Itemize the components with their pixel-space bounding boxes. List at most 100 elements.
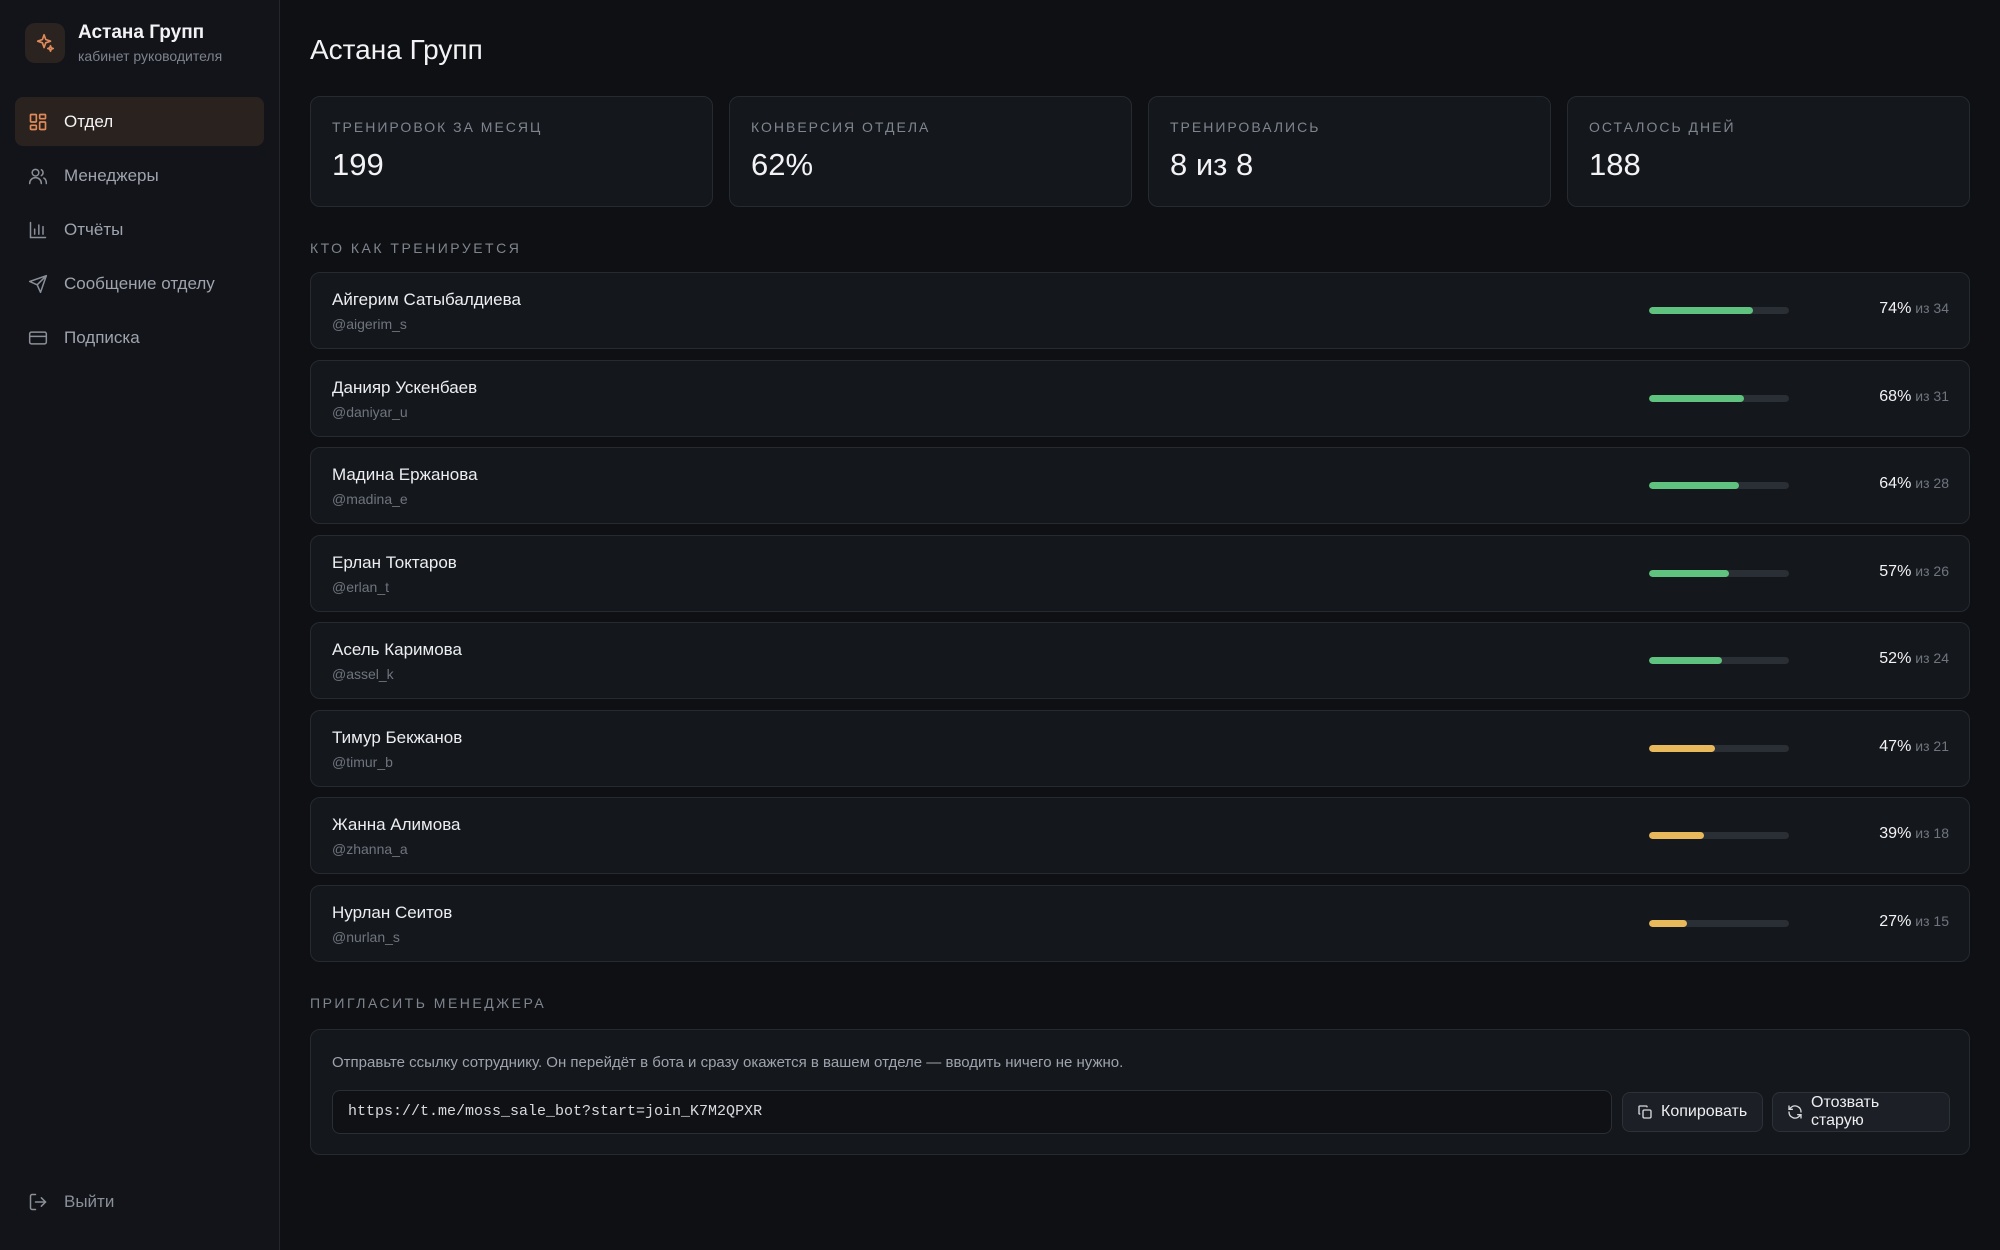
manager-percent: 39% из 18 bbox=[1879, 825, 1949, 843]
sidebar-item-department[interactable]: Отдел bbox=[15, 97, 264, 146]
progress-bar bbox=[1649, 657, 1789, 664]
progress-bar-fill bbox=[1649, 657, 1722, 664]
table-row[interactable]: Нурлан Сеитов @nurlan_s 27% из 15 bbox=[310, 884, 1970, 962]
stat-value: 62% bbox=[751, 147, 814, 182]
percent-of: из 15 bbox=[1915, 912, 1949, 929]
sidebar-item-managers[interactable]: Менеджеры bbox=[15, 151, 264, 200]
logout-label: Выйти bbox=[64, 1192, 115, 1211]
logout-button[interactable]: Выйти bbox=[28, 1192, 114, 1212]
table-row[interactable]: Жанна Алимова @zhanna_a 39% из 18 bbox=[310, 797, 1970, 874]
manager-name: Тимур Бекжанов bbox=[332, 727, 463, 747]
progress-bar-fill bbox=[1649, 919, 1687, 927]
users-icon bbox=[28, 166, 48, 186]
invite-description: Отправьте ссылку сотруднику. Он перейдёт… bbox=[332, 1054, 1124, 1071]
manager-name: Асель Каримова bbox=[332, 640, 462, 659]
stat-label: Тренировок за месяц bbox=[332, 119, 543, 135]
manager-handle: @zhanna_a bbox=[332, 841, 408, 857]
copy-button[interactable]: Копировать bbox=[1622, 1092, 1763, 1132]
refresh-icon bbox=[1787, 1104, 1803, 1120]
sidebar-item-label: Подписка bbox=[64, 327, 140, 347]
manager-name: Мадина Ержанова bbox=[332, 465, 478, 484]
percent-of: из 24 bbox=[1915, 650, 1949, 666]
manager-handle: @aigerim_s bbox=[332, 316, 407, 332]
percent-value: 64% bbox=[1879, 475, 1912, 492]
manager-name: Жанна Алимова bbox=[332, 815, 461, 834]
percent-of: из 28 bbox=[1915, 475, 1949, 491]
percent-value: 74% bbox=[1879, 300, 1912, 317]
manager-percent: 74% из 34 bbox=[1879, 300, 1949, 318]
progress-bar-fill bbox=[1649, 394, 1745, 402]
manager-handle: @nurlan_s bbox=[332, 928, 400, 945]
sidebar-item-label: Отчёты bbox=[64, 219, 124, 239]
bar-chart-icon bbox=[28, 220, 48, 240]
invite-section-label: Пригласить менеджера bbox=[310, 995, 547, 1011]
percent-value: 47% bbox=[1879, 737, 1912, 755]
manager-handle: @erlan_t bbox=[332, 578, 390, 595]
stat-value: 8 из 8 bbox=[1170, 147, 1254, 182]
revoke-button[interactable]: Отозвать старую bbox=[1772, 1092, 1950, 1132]
stat-card-conversion: Конверсия отдела 62% bbox=[729, 96, 1132, 207]
stat-card-trained: Тренировались 8 из 8 bbox=[1148, 96, 1551, 207]
credit-card-icon bbox=[28, 328, 48, 348]
percent-value: 27% bbox=[1879, 912, 1912, 930]
table-row[interactable]: Данияр Ускенбаев @daniyar_u 68% из 31 bbox=[310, 359, 1970, 437]
progress-bar bbox=[1649, 307, 1789, 314]
sidebar-item-message[interactable]: Сообщение отделу bbox=[15, 259, 264, 308]
sidebar-item-label: Отдел bbox=[64, 111, 114, 131]
manager-handle: @daniyar_u bbox=[332, 403, 408, 420]
brand-title: Астана Групп bbox=[78, 22, 205, 43]
percent-of: из 31 bbox=[1915, 387, 1949, 404]
progress-bar bbox=[1649, 394, 1789, 402]
progress-bar bbox=[1649, 569, 1789, 577]
sparkle-icon bbox=[25, 23, 65, 63]
send-icon bbox=[28, 274, 48, 294]
stat-value: 199 bbox=[332, 147, 384, 182]
table-row[interactable]: Мадина Ержанова @madina_e 64% из 28 bbox=[310, 447, 1970, 524]
manager-list: Айгерим Сатыбалдиева @aigerim_s 74% из 34 Да… bbox=[310, 272, 1970, 972]
revoke-button-label: Отозвать старую bbox=[1811, 1094, 1880, 1129]
manager-name: Данияр Ускенбаев bbox=[332, 377, 478, 397]
invite-card: Отправьте ссылку сотруднику. Он перейдёт… bbox=[310, 1029, 1970, 1155]
progress-bar-fill bbox=[1649, 832, 1704, 839]
percent-value: 57% bbox=[1879, 562, 1912, 580]
stat-label: Конверсия отдела bbox=[751, 119, 931, 135]
invite-link-field[interactable]: https://t.me/moss_sale_bot?start=join_K7… bbox=[332, 1090, 1612, 1134]
manager-percent: 64% из 28 bbox=[1879, 475, 1949, 493]
sidebar-item-subscription[interactable]: Подписка bbox=[15, 313, 264, 362]
manager-handle: @madina_e bbox=[332, 491, 408, 507]
stat-label: Осталось дней bbox=[1589, 119, 1736, 135]
table-row[interactable]: Тимур Бекжанов @timur_b 47% из 21 bbox=[310, 709, 1970, 787]
stat-label: Тренировались bbox=[1170, 119, 1321, 135]
manager-handle: @timur_b bbox=[332, 753, 393, 770]
brand: Астана Групп кабинет руководителя bbox=[25, 22, 222, 64]
progress-bar bbox=[1649, 832, 1789, 839]
stats-row: Тренировок за месяц 199 Конверсия отдела… bbox=[310, 96, 1970, 207]
progress-bar-fill bbox=[1649, 307, 1753, 314]
stat-card-days-left: Осталось дней 188 bbox=[1567, 96, 1970, 207]
sidebar-nav: Отдел Менеджеры Отчёты Сообщение отделу … bbox=[15, 97, 264, 367]
progress-bar bbox=[1649, 482, 1789, 489]
manager-name: Нурлан Сеитов bbox=[332, 902, 453, 922]
percent-of: из 26 bbox=[1915, 562, 1949, 579]
progress-bar-fill bbox=[1649, 569, 1729, 577]
table-row[interactable]: Ерлан Токтаров @erlan_t 57% из 26 bbox=[310, 534, 1970, 612]
sidebar-item-label: Сообщение отделу bbox=[64, 273, 215, 293]
percent-value: 52% bbox=[1879, 650, 1912, 667]
manager-percent: 57% из 26 bbox=[1879, 563, 1949, 581]
progress-bar bbox=[1649, 744, 1789, 752]
sidebar-item-label: Менеджеры bbox=[64, 165, 159, 185]
manager-handle: @assel_k bbox=[332, 666, 394, 682]
logout-icon bbox=[28, 1192, 48, 1212]
manager-name: Ерлан Токтаров bbox=[332, 552, 457, 572]
table-row[interactable]: Асель Каримова @assel_k 52% из 24 bbox=[310, 622, 1970, 699]
table-row[interactable]: Айгерим Сатыбалдиева @aigerim_s 74% из 34 bbox=[310, 272, 1970, 349]
manager-name: Айгерим Сатыбалдиева bbox=[332, 290, 521, 309]
progress-bar bbox=[1649, 919, 1789, 927]
progress-bar-fill bbox=[1649, 744, 1715, 752]
manager-percent: 52% из 24 bbox=[1879, 650, 1949, 668]
manager-percent: 27% из 15 bbox=[1879, 913, 1949, 931]
sidebar-item-reports[interactable]: Отчёты bbox=[15, 205, 264, 254]
manager-percent: 68% из 31 bbox=[1879, 388, 1949, 406]
percent-of: из 34 bbox=[1915, 300, 1949, 316]
manager-percent: 47% из 21 bbox=[1879, 738, 1949, 756]
